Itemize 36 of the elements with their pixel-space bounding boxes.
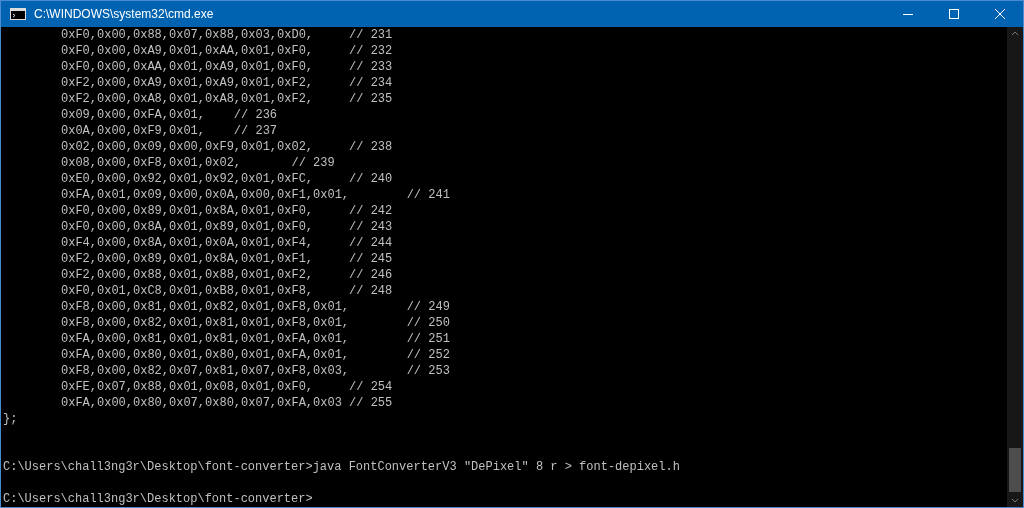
- console-line: 0xF8,0x00,0x82,0x07,0x81,0x07,0xF8,0x03, // 253: [61, 364, 450, 378]
- console-line: 0xF4,0x00,0x8A,0x01,0x0A,0x01,0xF4, // 244: [61, 236, 393, 250]
- console-line: 0xFA,0x01,0x09,0x00,0x0A,0x00,0xF1,0x01, // 241: [61, 188, 450, 202]
- console-line: 0xF2,0x00,0xA9,0x01,0xA9,0x01,0xF2, // 234: [61, 76, 393, 90]
- console-line: 0x02,0x00,0x09,0x00,0xF9,0x01,0x02, // 238: [61, 140, 393, 154]
- console-line: C:\Users\chall3ng3r\Desktop\font-converter>: [3, 492, 313, 506]
- console-line: 0xFA,0x00,0x80,0x07,0x80,0x07,0xFA,0x03 // 255: [61, 396, 393, 410]
- maximize-icon: [949, 9, 959, 19]
- console-line: C:\Users\chall3ng3r\Desktop\font-converter>java FontConverterV3 "DePixel" 8 r > font-depixel.h: [3, 460, 680, 474]
- console-line: 0xF0,0x00,0x88,0x07,0x88,0x03,0xD0, // 231: [61, 28, 393, 42]
- console-line: 0xE0,0x00,0x92,0x01,0x92,0x01,0xFC, // 240: [61, 172, 393, 186]
- console-line: 0xFA,0x00,0x81,0x01,0x81,0x01,0xFA,0x01, // 251: [61, 332, 450, 346]
- close-icon: [995, 9, 1005, 19]
- console-line: 0xF0,0x00,0x89,0x01,0x8A,0x01,0xF0, // 242: [61, 204, 393, 218]
- scrollbar[interactable]: [1007, 27, 1023, 507]
- console-line: 0xF0,0x00,0xA9,0x01,0xAA,0x01,0xF0, // 232: [61, 44, 393, 58]
- console-line: 0xFE,0x07,0x88,0x01,0x08,0x01,0xF0, // 254: [61, 380, 393, 394]
- window-title: C:\WINDOWS\system32\cmd.exe: [34, 6, 214, 23]
- console-line: 0xF8,0x00,0x82,0x01,0x81,0x01,0xF8,0x01, // 250: [61, 316, 450, 330]
- console-line: 0x0A,0x00,0xF9,0x01, // 237: [61, 124, 278, 138]
- scroll-down-icon: [1011, 498, 1019, 503]
- scrollbar-thumb[interactable]: [1009, 448, 1021, 492]
- console-line: 0xF0,0x00,0xAA,0x01,0xA9,0x01,0xF0, // 233: [61, 60, 393, 74]
- console-line: 0x08,0x00,0xF8,0x01,0x02, // 239: [61, 156, 335, 170]
- console-line: 0xFA,0x00,0x80,0x01,0x80,0x01,0xFA,0x01, // 252: [61, 348, 450, 362]
- console-line: };: [3, 412, 18, 426]
- console-line: 0x09,0x00,0xFA,0x01, // 236: [61, 108, 278, 122]
- console-line: 0xF2,0x00,0xA8,0x01,0xA8,0x01,0xF2, // 235: [61, 92, 393, 106]
- scroll-up-icon: [1011, 31, 1019, 36]
- console-line: 0xF2,0x00,0x89,0x01,0x8A,0x01,0xF1, // 245: [61, 252, 393, 266]
- console-icon: [10, 8, 26, 20]
- console-line: 0xF0,0x01,0xC8,0x01,0xB8,0x01,0xF8, // 248: [61, 284, 393, 298]
- minimize-icon: [903, 13, 913, 15]
- console-line: 0xF2,0x00,0x88,0x01,0x88,0x01,0xF2, // 246: [61, 268, 393, 282]
- console-line: 0xF8,0x00,0x81,0x01,0x82,0x01,0xF8,0x01, // 249: [61, 300, 450, 314]
- console-line: 0xF0,0x00,0x8A,0x01,0x89,0x01,0xF0, // 243: [61, 220, 393, 234]
